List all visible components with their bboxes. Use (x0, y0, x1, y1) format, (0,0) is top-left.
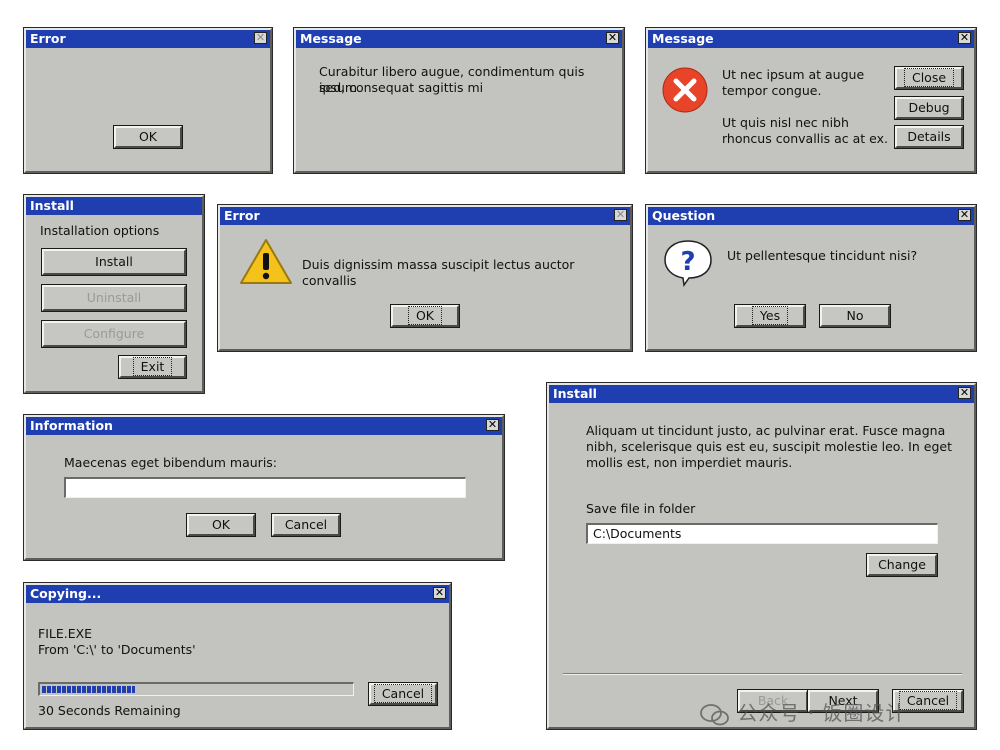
title-bar[interactable]: Message ✕ (296, 30, 622, 48)
title-bar[interactable]: Install (26, 197, 202, 215)
window-title: Message (300, 31, 362, 46)
debug-button[interactable]: Debug (894, 96, 964, 120)
watermark-text: 公众号 · 饭圈设计 (737, 701, 907, 725)
window-title: Install (553, 386, 597, 401)
window-title: Error (224, 208, 260, 223)
message-line-1: Ut nec ipsum at augue (722, 67, 865, 82)
window-title: Information (30, 418, 113, 433)
window-title: Install (30, 198, 74, 213)
cancel-button[interactable]: Cancel (368, 682, 438, 706)
progress-bar (38, 682, 354, 696)
message-dialog: Message ✕ Curabitur libero augue, condime… (293, 27, 625, 174)
close-icon[interactable]: ✕ (254, 32, 267, 44)
folder-label: Save file in folder (586, 501, 696, 516)
install-folder-dialog: Install ✕ Aliquam ut tincidunt justo, ac … (546, 382, 977, 730)
watermark: 公众号 · 饭圈设计 (700, 697, 906, 727)
error-x-icon (662, 67, 708, 113)
ok-button[interactable]: OK (390, 304, 460, 328)
configure-button[interactable]: Configure (41, 320, 187, 348)
window-title: Message (652, 31, 714, 46)
message-line-2: tempor congue. (722, 83, 822, 98)
message-error-dialog: Message ✕ Ut nec ipsum at augue tempor co… (645, 27, 977, 174)
exit-button[interactable]: Exit (118, 355, 187, 379)
title-bar[interactable]: Information ✕ (26, 417, 502, 435)
divider (563, 673, 962, 675)
message-line-4: rhoncus convallis ac at ex. (722, 131, 888, 146)
copy-path: From 'C:\' to 'Documents' (38, 642, 196, 657)
progress-fill (42, 686, 135, 693)
cancel-button[interactable]: Cancel (271, 513, 341, 537)
file-name: FILE.EXE (38, 626, 93, 641)
close-icon[interactable]: ✕ (958, 209, 971, 221)
error-message-text: Duis dignissim massa suscipit lectus auc… (302, 257, 575, 288)
folder-path-field[interactable]: C:\Documents (586, 523, 938, 544)
title-bar[interactable]: Copying... ✕ (26, 585, 449, 603)
close-button[interactable]: Close (894, 66, 964, 90)
error-warning-dialog: Error ✕ Duis dignissim massa suscipit lec… (217, 204, 633, 352)
information-dialog: Information ✕ Maecenas eget bibendum maur… (23, 414, 505, 561)
question-text: Ut pellentesque tincidunt nisi? (727, 248, 918, 263)
no-button[interactable]: No (819, 304, 891, 328)
title-bar[interactable]: Question ✕ (648, 207, 974, 225)
window-title: Copying... (30, 586, 102, 601)
title-bar[interactable]: Install ✕ (549, 385, 974, 403)
svg-text:?: ? (680, 247, 695, 277)
time-remaining: 30 Seconds Remaining (38, 703, 181, 718)
uninstall-button[interactable]: Uninstall (41, 284, 187, 312)
close-icon[interactable]: ✕ (433, 587, 446, 599)
yes-button[interactable]: Yes (734, 304, 806, 328)
install-button[interactable]: Install (41, 248, 187, 276)
question-bubble-icon: ? (664, 240, 712, 287)
title-bar[interactable]: Message ✕ (648, 30, 974, 48)
window-title: Error (30, 31, 66, 46)
details-button[interactable]: Details (894, 125, 964, 149)
change-button[interactable]: Change (866, 553, 938, 577)
installation-options-heading: Installation options (40, 223, 160, 238)
message-text-2: sed, consequat sagittis mi (319, 80, 484, 95)
ok-button[interactable]: OK (113, 125, 183, 149)
install-description-3: mollis est, non imperdiet mauris. (586, 455, 793, 470)
install-description-1: Aliquam ut tincidunt justo, ac pulvinar … (586, 423, 946, 438)
close-icon[interactable]: ✕ (606, 32, 619, 44)
install-description-2: nibh, scelerisque quis est eu, suscipit … (586, 439, 952, 454)
install-options-dialog: Install Installation options Install Uni… (23, 194, 205, 394)
question-dialog: Question ✕ ? Ut pellentesque tincidunt ni… (645, 204, 977, 352)
close-icon[interactable]: ✕ (958, 387, 971, 399)
input-label: Maecenas eget bibendum mauris: (64, 455, 278, 470)
ok-button[interactable]: OK (186, 513, 256, 537)
window-title: Question (652, 208, 716, 223)
text-input[interactable] (64, 477, 466, 498)
close-icon[interactable]: ✕ (958, 32, 971, 44)
warning-icon (240, 239, 292, 284)
close-icon[interactable]: ✕ (486, 419, 499, 431)
error-dialog-empty: Error ✕ OK (23, 27, 273, 174)
close-icon[interactable]: ✕ (614, 209, 627, 221)
wechat-icon (700, 703, 729, 725)
title-bar[interactable]: Error ✕ (26, 30, 270, 48)
copying-dialog: Copying... ✕ FILE.EXE From 'C:\' to 'Docu… (23, 582, 452, 730)
message-line-3: Ut quis nisl nec nibh (722, 115, 849, 130)
title-bar[interactable]: Error ✕ (220, 207, 630, 225)
